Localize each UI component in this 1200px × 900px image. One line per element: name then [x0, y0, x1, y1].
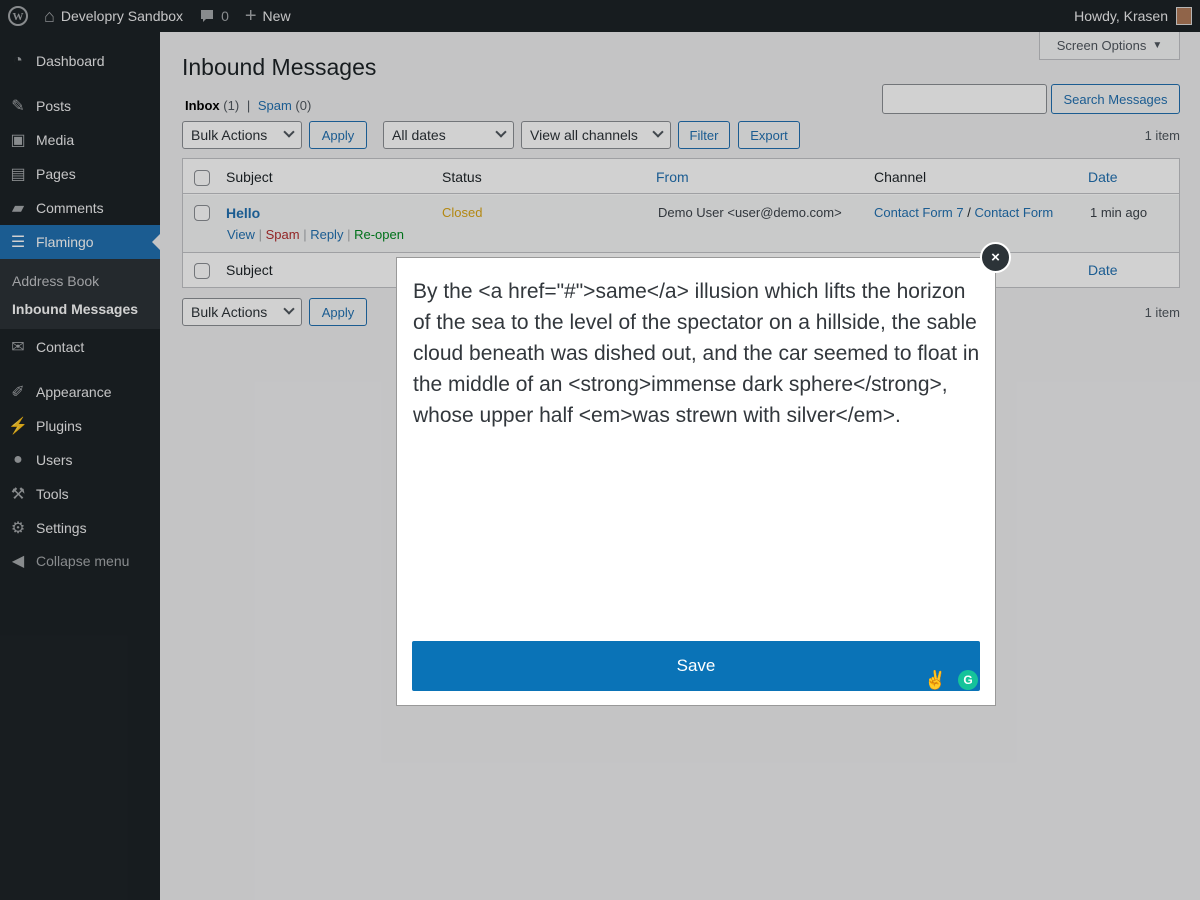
- grammarly-icon[interactable]: G: [958, 670, 978, 690]
- save-button-label: Save: [676, 656, 716, 675]
- save-button[interactable]: Save: [412, 641, 980, 691]
- victory-hand-icon[interactable]: ✌: [924, 669, 946, 691]
- edit-modal: By the <a href="#">same</a> illusion whi…: [396, 257, 996, 706]
- close-modal-button[interactable]: ×: [980, 242, 1011, 273]
- modal-text-editor[interactable]: By the <a href="#">same</a> illusion whi…: [413, 276, 983, 431]
